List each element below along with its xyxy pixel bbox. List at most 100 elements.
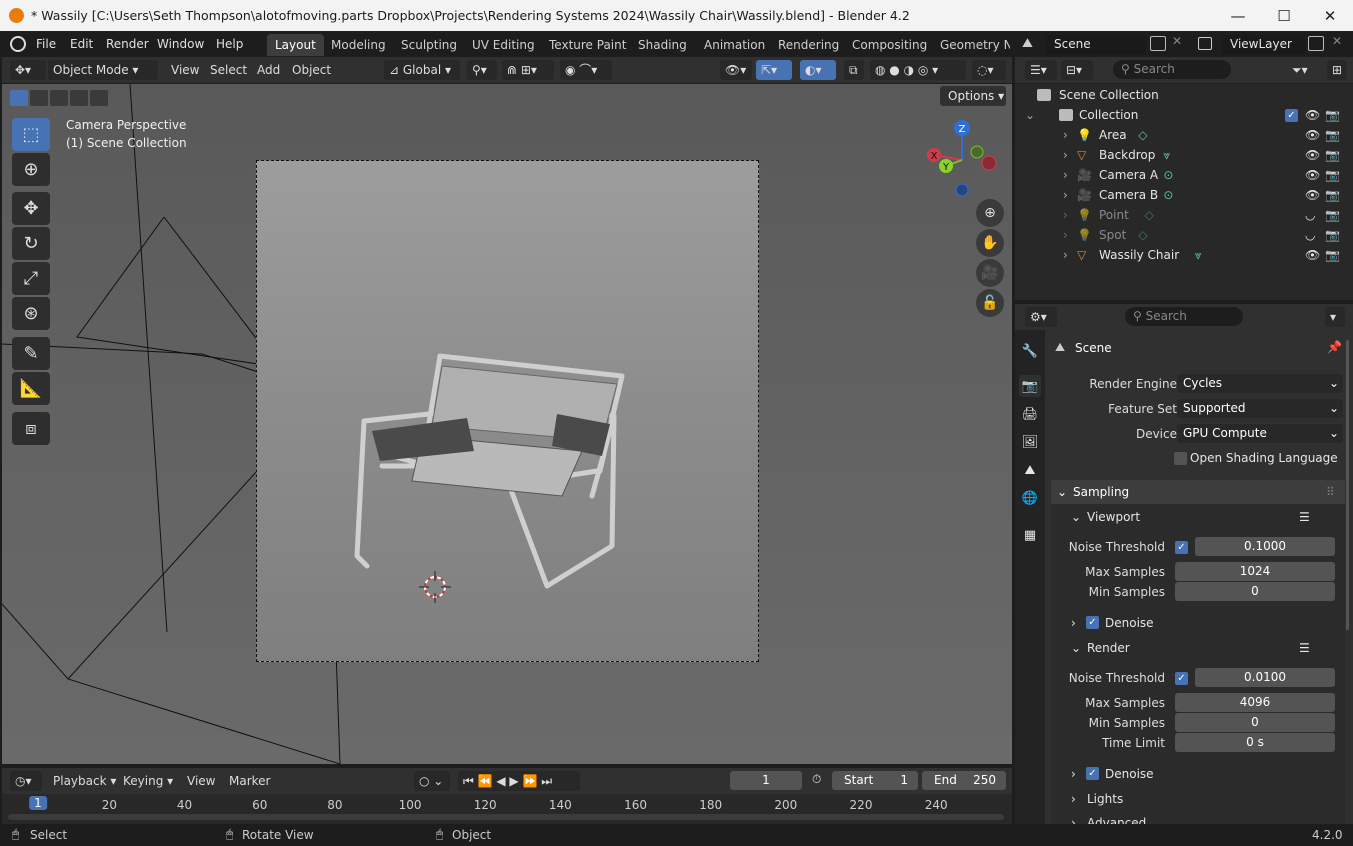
tool-tab-icon[interactable]: 🔧 (1019, 340, 1041, 362)
menu-window[interactable]: Window (151, 35, 210, 53)
outliner-row-wassily-chair[interactable]: › ▽ Wassily Chair ⩔ 👁 📷 (1015, 245, 1353, 265)
outliner-editor-type-icon[interactable]: ☰▾ (1025, 60, 1057, 80)
camera-data-icon[interactable]: ⊙ (1163, 185, 1173, 205)
select-new-icon[interactable] (10, 90, 28, 106)
new-collection-icon[interactable]: ⊞ (1327, 60, 1347, 80)
light-data-icon[interactable]: ◇ (1138, 225, 1147, 245)
menu-edit[interactable]: Edit (64, 35, 99, 53)
3d-cursor-icon[interactable] (419, 571, 451, 603)
editor-type-icon[interactable]: ✥▾ (10, 60, 46, 80)
vp-noise-threshold-field[interactable]: 0.1000 (1195, 537, 1335, 556)
expand-chevron-icon[interactable]: › (1063, 205, 1068, 225)
render-camera-icon[interactable]: 📷 (1325, 145, 1340, 165)
expand-chevron-icon[interactable]: › (1063, 145, 1068, 165)
timeline-menu-view[interactable]: View (182, 771, 220, 791)
texture-tab-icon[interactable]: ▦ (1019, 524, 1041, 546)
tab-geometry-nodes[interactable]: Geometry No (932, 34, 1010, 56)
3d-viewport[interactable]: Camera Perspective (1) Scene Collection … (2, 84, 1012, 764)
output-tab-icon[interactable]: 🖨 (1019, 403, 1041, 425)
pivot-icon[interactable]: ⚲▾ (467, 60, 497, 80)
render-camera-icon[interactable]: 📷 (1325, 185, 1340, 205)
menu-object[interactable]: Object (287, 60, 336, 80)
rotate-tool-icon[interactable]: ↻ (12, 227, 50, 260)
remove-scene-icon[interactable]: ✕ (1172, 34, 1182, 48)
orientation-dropdown[interactable]: ⊿ Global ▾ (384, 60, 460, 80)
keying-dropdown[interactable]: Keying ▾ (118, 771, 178, 791)
pin-icon[interactable]: 📌 (1327, 340, 1342, 354)
preview-range-icon[interactable]: ⏱ (812, 772, 821, 787)
close-button[interactable]: ✕ (1307, 0, 1353, 31)
blender-menu-icon[interactable] (10, 36, 26, 52)
new-view-layer-icon[interactable] (1308, 36, 1324, 51)
xray-icon[interactable]: ⧉ (844, 60, 864, 80)
scale-tool-icon[interactable]: ⤢ (12, 262, 50, 295)
lights-subpanel[interactable]: › Lights (1065, 788, 1335, 810)
record-icon[interactable]: ○ ⌄ (414, 771, 450, 791)
visibility-icon[interactable]: 👁▾ (720, 60, 752, 80)
eye-icon[interactable]: 👁 (1305, 105, 1320, 125)
render-region-icon[interactable]: ◌▾ (972, 60, 1006, 80)
zoom-icon[interactable]: ⊕ (976, 199, 1004, 227)
world-tab-icon[interactable]: 🌐 (1019, 487, 1041, 509)
properties-scrollbar[interactable] (1346, 340, 1349, 630)
select-subtract-icon[interactable] (50, 90, 68, 106)
expand-chevron-icon[interactable]: › (1063, 125, 1068, 145)
add-cube-tool-icon[interactable]: ⧈ (12, 412, 50, 445)
outliner-row-collection[interactable]: ⌄ Collection ✓ 👁 📷 (1015, 105, 1353, 125)
menu-help[interactable]: Help (210, 35, 249, 53)
playback-controls-icons[interactable]: ⏮ ⏪ ◀ ▶ ⏩ ⏭ (458, 771, 580, 791)
tab-compositing[interactable]: Compositing (844, 34, 935, 56)
vp-min-samples-field[interactable]: 0 (1175, 582, 1335, 601)
scene-tab-icon[interactable]: ⛰ (1019, 459, 1041, 481)
light-data-icon[interactable]: ◇ (1145, 205, 1154, 225)
vp-denoise-checkbox[interactable]: ✓ (1086, 616, 1099, 629)
eye-closed-icon[interactable]: ◡ (1305, 205, 1315, 225)
render-camera-icon[interactable]: 📷 (1325, 125, 1340, 145)
gizmo-toggle-icon[interactable]: ⇱▾ (756, 60, 792, 80)
sampling-panel-header[interactable]: ⌄ Sampling ⠿ (1051, 480, 1345, 504)
transform-tool-icon[interactable]: ⊛ (12, 297, 50, 330)
cursor-tool-icon[interactable]: ⊕ (12, 153, 50, 186)
expand-chevron-icon[interactable]: › (1063, 165, 1068, 185)
camera-data-icon[interactable]: ⊙ (1163, 165, 1173, 185)
tab-layout[interactable]: Layout (267, 34, 324, 56)
mesh-data-icon[interactable]: ⩔ (1163, 145, 1170, 165)
viewport-subpanel-header[interactable]: ⌄ Viewport ☰ (1065, 506, 1335, 528)
properties-options-icon[interactable]: ▾ (1325, 307, 1345, 327)
outliner-row-point[interactable]: › 💡 Point ◇ ◡ 📷 (1015, 205, 1353, 225)
r-max-samples-field[interactable]: 4096 (1175, 693, 1335, 712)
render-subpanel-header[interactable]: ⌄ Render ☰ (1065, 637, 1335, 659)
snap-icon[interactable]: ⋒ ⊞▾ (502, 60, 554, 80)
select-invert-icon[interactable] (70, 90, 88, 106)
menu-add[interactable]: Add (252, 60, 285, 80)
properties-search[interactable]: ⚲ Search (1125, 307, 1243, 326)
wassily-chair[interactable] (352, 346, 632, 601)
timeline[interactable]: 1 20 40 60 80 100 120 140 160 180 200 220 240 (2, 794, 1012, 824)
eye-icon[interactable]: 👁 (1305, 145, 1320, 165)
select-intersect-icon[interactable] (90, 90, 108, 106)
drag-handle-icon[interactable]: ⠿ (1326, 480, 1335, 504)
outliner-search[interactable]: ⚲ Search (1113, 60, 1231, 79)
eye-icon[interactable]: 👁 (1305, 245, 1320, 265)
render-camera-icon[interactable]: 📷 (1325, 205, 1340, 225)
expand-chevron-icon[interactable]: › (1063, 245, 1068, 265)
tab-rendering[interactable]: Rendering (770, 34, 847, 56)
menu-select[interactable]: Select (205, 60, 252, 80)
timeline-editor-type-icon[interactable]: ◷▾ (10, 771, 42, 791)
expand-chevron-icon[interactable]: › (1063, 185, 1068, 205)
render-camera-icon[interactable]: 📷 (1325, 225, 1340, 245)
tab-sculpting[interactable]: Sculpting (393, 34, 465, 56)
render-camera-icon[interactable]: 📷 (1325, 165, 1340, 185)
presets-list-icon[interactable]: ☰ (1299, 506, 1310, 528)
r-denoise-checkbox[interactable]: ✓ (1086, 767, 1099, 780)
overlay-toggle-icon[interactable]: ◐▾ (800, 60, 836, 80)
lock-icon[interactable]: 🔓 (976, 289, 1004, 317)
feature-set-dropdown[interactable]: Supported ⌄ (1177, 399, 1343, 418)
display-mode-icon[interactable]: ⊟▾ (1061, 60, 1093, 80)
current-frame-field[interactable]: 1 (730, 771, 802, 790)
eye-icon[interactable]: 👁 (1305, 125, 1320, 145)
properties-editor-type-icon[interactable]: ⚙▾ (1025, 307, 1057, 327)
collapse-chevron-icon[interactable]: ⌄ (1025, 105, 1035, 125)
render-tab-icon[interactable]: 📷 (1019, 375, 1041, 397)
playback-dropdown[interactable]: Playback ▾ (48, 771, 121, 791)
